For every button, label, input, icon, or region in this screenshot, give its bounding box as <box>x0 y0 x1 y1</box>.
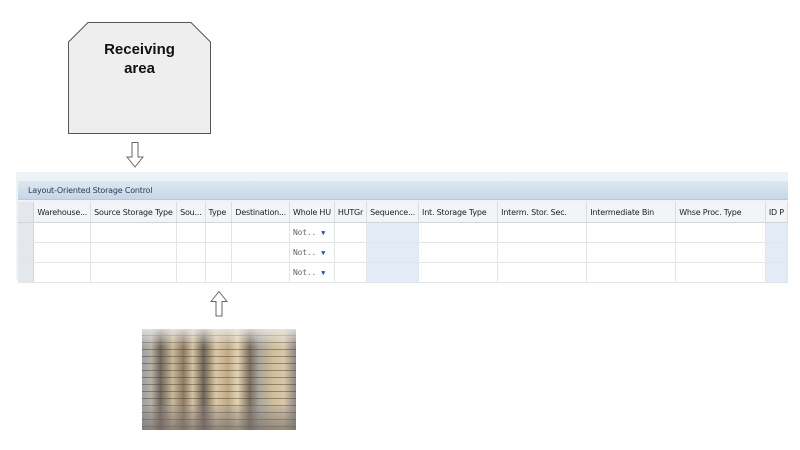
cell[interactable] <box>586 262 677 283</box>
caret-down-icon[interactable]: ▼ <box>321 229 325 237</box>
cell[interactable] <box>176 222 206 243</box>
column-header[interactable]: Interm. Stor. Sec. <box>497 202 588 223</box>
arrow-up-icon <box>210 291 228 317</box>
cell[interactable] <box>418 262 499 283</box>
cell[interactable] <box>176 242 206 263</box>
column-header[interactable]: Whole HU <box>289 202 335 223</box>
column-header[interactable]: Sou... <box>176 202 206 223</box>
column-header[interactable]: Type <box>205 202 233 223</box>
column-header[interactable]: Warehouse... <box>33 202 92 223</box>
cell[interactable] <box>231 242 291 263</box>
cell[interactable] <box>205 222 233 243</box>
cell[interactable] <box>586 222 677 243</box>
cell[interactable] <box>366 242 420 263</box>
photo-floor <box>142 405 296 430</box>
column-header[interactable]: Whse Proc. Type <box>675 202 766 223</box>
cell[interactable] <box>366 262 420 283</box>
cell[interactable] <box>334 222 368 243</box>
cell[interactable] <box>33 262 92 283</box>
table-row: Not.. ▼ <box>18 262 789 283</box>
column-header[interactable]: Intermediate Bin <box>586 202 677 223</box>
caret-down-icon[interactable]: ▼ <box>321 269 325 277</box>
cell[interactable] <box>765 242 789 263</box>
column-header[interactable]: Sequence... <box>366 202 420 223</box>
select-all-cell[interactable] <box>18 202 35 223</box>
photo-haze <box>142 329 296 347</box>
layout-oriented-storage-control-panel: Layout-Oriented Storage Control Warehous… <box>16 172 789 283</box>
dropdown-value: Not.. <box>293 228 317 237</box>
caret-down-icon[interactable]: ▼ <box>321 249 325 257</box>
cell[interactable] <box>675 242 766 263</box>
table-row: Not.. ▼ <box>18 222 789 243</box>
cell[interactable] <box>33 222 92 243</box>
row-selector[interactable] <box>18 242 35 263</box>
whole-hu-dropdown[interactable]: Not.. ▼ <box>289 262 335 283</box>
column-header[interactable]: Int. Storage Type <box>418 202 499 223</box>
cell[interactable] <box>765 262 789 283</box>
column-header[interactable]: Destination... <box>231 202 291 223</box>
row-selector[interactable] <box>18 222 35 243</box>
cell[interactable] <box>205 242 233 263</box>
panel-title: Layout-Oriented Storage Control <box>18 181 788 200</box>
cell[interactable] <box>90 262 178 283</box>
cell[interactable] <box>586 242 677 263</box>
cell[interactable] <box>765 222 789 243</box>
cell[interactable] <box>90 242 178 263</box>
cell[interactable] <box>334 242 368 263</box>
column-header[interactable]: HUTGr <box>334 202 368 223</box>
cell[interactable] <box>205 262 233 283</box>
dropdown-value: Not.. <box>293 248 317 257</box>
cell[interactable] <box>418 242 499 263</box>
cell[interactable] <box>176 262 206 283</box>
arrow-down-icon <box>126 142 144 168</box>
cell[interactable] <box>497 262 588 283</box>
cell[interactable] <box>231 222 291 243</box>
cell[interactable] <box>90 222 178 243</box>
cell[interactable] <box>418 222 499 243</box>
table-header-row: Warehouse... Source Storage Type Sou... … <box>18 202 789 223</box>
storage-control-table: Warehouse... Source Storage Type Sou... … <box>18 202 789 283</box>
table-row: Not.. ▼ <box>18 242 789 263</box>
cell[interactable] <box>497 222 588 243</box>
dropdown-value: Not.. <box>293 268 317 277</box>
warehouse-storage-photo <box>142 329 296 430</box>
cell[interactable] <box>675 222 766 243</box>
cell[interactable] <box>33 242 92 263</box>
cell[interactable] <box>675 262 766 283</box>
receiving-area-outline <box>68 22 211 134</box>
column-header[interactable]: ID P <box>765 202 789 223</box>
cell[interactable] <box>334 262 368 283</box>
row-selector[interactable] <box>18 262 35 283</box>
receiving-area-shape: Receiving area <box>68 22 211 134</box>
cell[interactable] <box>366 222 420 243</box>
column-header[interactable]: Source Storage Type <box>90 202 178 223</box>
whole-hu-dropdown[interactable]: Not.. ▼ <box>289 222 335 243</box>
cell[interactable] <box>231 262 291 283</box>
whole-hu-dropdown[interactable]: Not.. ▼ <box>289 242 335 263</box>
receiving-area-label: Receiving area <box>104 41 175 77</box>
cell[interactable] <box>497 242 588 263</box>
